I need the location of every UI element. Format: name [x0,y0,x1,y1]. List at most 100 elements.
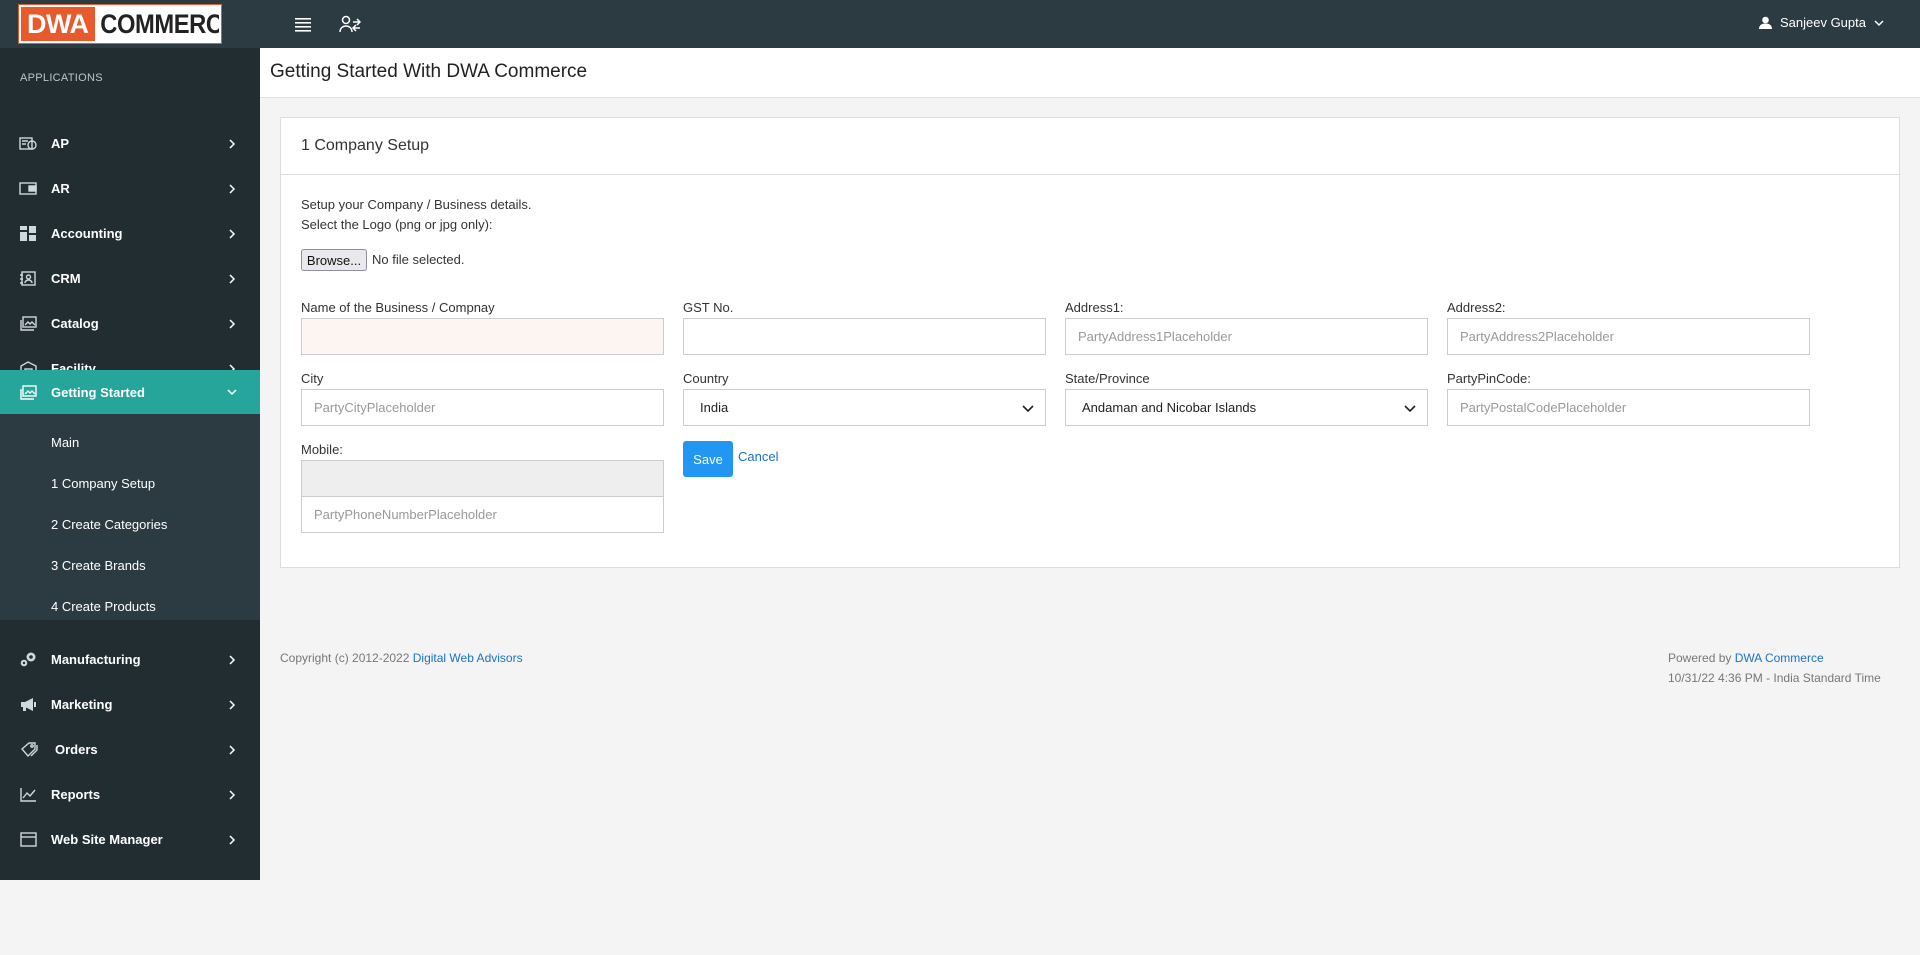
chevron-right-icon [226,741,238,758]
file-status: No file selected. [372,252,465,267]
state-value: Andaman and Nicobar Islands [1082,400,1257,415]
address1-input[interactable]: PartyAddress1Placeholder [1065,318,1428,355]
sidebar-item-ar[interactable]: AR [0,166,260,211]
hamburger-menu-icon[interactable] [291,12,315,36]
pincode-label: PartyPinCode: [1447,371,1531,386]
sidebar-item-label: AR [51,181,70,196]
powered-by-text: Powered by [1668,651,1732,665]
sidebar-item-getting-started[interactable]: Getting Started [0,370,260,414]
chevron-right-icon [226,180,238,197]
card-title: 1 Company Setup [281,118,1899,175]
gst-input[interactable] [683,318,1046,355]
company-setup-card: 1 Company Setup Setup your Company / Bus… [280,117,1900,568]
sidebar-item-label: Getting Started [51,384,145,400]
logo-text-dwa: DWA [21,7,95,41]
sidebar-item-label: Web Site Manager [51,832,163,847]
sidebar-item-label: Catalog [51,316,99,331]
intro-text: Setup your Company / Business details. [301,197,532,212]
submenu-item-create-brands[interactable]: 3 Create Brands [51,558,146,573]
pincode-input[interactable]: PartyPostalCodePlaceholder [1447,389,1810,426]
footer-powered-by: Powered by DWA Commerce [1668,651,1824,665]
sidebar: APPLICATIONS AP AR Accounting CRM Catalo… [0,48,260,880]
copyright-link[interactable]: Digital Web Advisors [413,651,523,665]
sidebar-item-accounting[interactable]: Accounting [0,211,260,256]
line-chart-icon [19,786,37,803]
getting-started-submenu: Main 1 Company Setup 2 Create Categories… [0,414,260,620]
mobile-number-input[interactable]: PartyPhoneNumberPlaceholder [301,496,664,533]
sidebar-item-label: Manufacturing [51,652,141,667]
cancel-link[interactable]: Cancel [738,449,778,464]
crm-icon [19,270,37,287]
sidebar-item-web-site-manager[interactable]: Web Site Manager [0,817,260,862]
address2-input[interactable]: PartyAddress2Placeholder [1447,318,1810,355]
getting-started-icon [19,384,37,401]
catalog-icon [19,315,37,332]
chevron-down-icon [226,384,238,401]
accounting-icon [19,225,37,242]
sidebar-item-label: Reports [51,787,101,802]
chevron-right-icon [226,831,238,848]
sidebar-item-manufacturing[interactable]: Manufacturing [0,637,260,682]
chevron-down-icon [1022,405,1034,413]
business-name-input[interactable] [301,318,664,355]
user-menu[interactable]: Sanjeev Gupta [1758,15,1884,30]
chevron-right-icon [226,786,238,803]
mobile-country-code-input[interactable] [301,460,664,497]
top-navbar: DWA COMMERCE Sanjeev Gupta [0,0,1920,48]
sidebar-item-label: Accounting [51,226,123,241]
sidebar-item-label: Marketing [51,697,113,712]
chevron-right-icon [226,135,238,152]
state-select[interactable]: Andaman and Nicobar Islands [1065,389,1428,426]
user-icon [1758,16,1772,29]
sidebar-item-ap[interactable]: AP [0,121,260,166]
address2-label: Address2: [1447,300,1506,315]
chevron-right-icon [226,651,238,668]
sidebar-item-label: AP [51,136,70,151]
user-switch-icon[interactable] [338,12,362,36]
country-value: India [700,400,729,415]
browse-button[interactable]: Browse... [301,249,367,271]
sidebar-item-label: CRM [51,271,81,286]
save-button[interactable]: Save [683,441,733,477]
country-label: Country [683,371,729,386]
ap-icon [19,135,37,152]
gst-label: GST No. [683,300,734,315]
ar-icon [19,180,37,197]
chevron-right-icon [226,270,238,287]
chevron-right-icon [226,696,238,713]
megaphone-icon [19,696,37,713]
sidebar-item-crm[interactable]: CRM [0,256,260,301]
submenu-item-create-products[interactable]: 4 Create Products [51,599,156,614]
submenu-item-create-categories[interactable]: 2 Create Categories [51,517,167,532]
sidebar-item-marketing[interactable]: Marketing [0,682,260,727]
user-name: Sanjeev Gupta [1779,15,1866,30]
chevron-down-icon [1404,405,1416,413]
submenu-item-main[interactable]: Main [51,435,79,450]
submenu-item-company-setup[interactable]: 1 Company Setup [51,476,155,491]
state-label: State/Province [1065,371,1150,386]
copyright-text: Copyright (c) 2012-2022 [280,651,410,665]
city-label: City [301,371,324,386]
country-select[interactable]: India [683,389,1046,426]
manufacturing-icon [19,651,37,668]
mobile-label: Mobile: [301,442,343,457]
tag-icon [21,741,41,758]
sidebar-item-orders[interactable]: Orders [0,727,260,772]
chevron-right-icon [226,225,238,242]
sidebar-item-reports[interactable]: Reports [0,772,260,817]
page-title: Getting Started With DWA Commerce [270,61,588,82]
sidebar-section-title: APPLICATIONS [20,72,103,84]
chevron-down-icon [1874,19,1884,26]
browser-window-icon [19,831,37,848]
powered-by-link[interactable]: DWA Commerce [1735,651,1824,665]
footer-copyright: Copyright (c) 2012-2022 Digital Web Advi… [280,651,523,665]
city-input[interactable]: PartyCityPlaceholder [301,389,664,426]
address1-label: Address1: [1065,300,1124,315]
sidebar-item-catalog[interactable]: Catalog [0,301,260,346]
sidebar-item-label: Orders [55,742,98,757]
app-logo[interactable]: DWA COMMERCE [19,5,221,43]
page-header: Getting Started With DWA Commerce [260,48,1920,98]
logo-instruction: Select the Logo (png or jpg only): [301,217,493,232]
footer-timestamp: 10/31/22 4:36 PM - India Standard Time [1668,671,1881,685]
logo-text-commerce: COMMERCE [94,7,219,41]
